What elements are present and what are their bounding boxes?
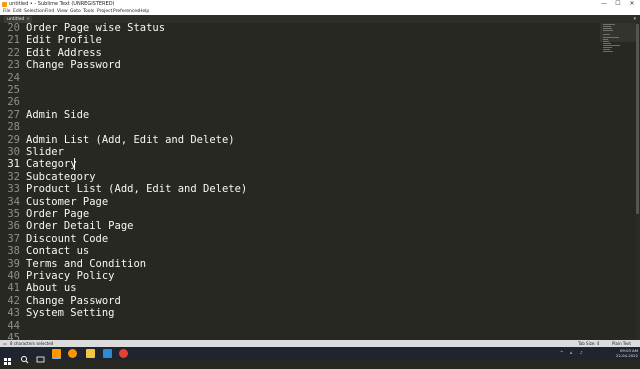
chrome-taskbar-icon[interactable]: [119, 349, 128, 358]
line-number-current: 31: [7, 158, 20, 171]
line-number: 30: [7, 146, 20, 158]
tab-label: untitled: [7, 17, 25, 22]
tray-chevron-icon[interactable]: ^: [560, 350, 563, 355]
editor-area[interactable]: 20 Order Page wise Status 21 Edit Profile …: [0, 23, 640, 340]
line-number: 38: [7, 245, 20, 258]
line-number: 44: [7, 319, 20, 332]
line-number: 45: [7, 332, 20, 340]
sublime-app-icon: [2, 1, 7, 7]
menu-preferences[interactable]: Preferences: [113, 8, 139, 15]
file-explorer-taskbar-icon[interactable]: [86, 349, 95, 358]
line-text[interactable]: System Setting: [26, 307, 115, 319]
line-text[interactable]: About us: [26, 282, 77, 294]
panel-toggle-icon[interactable]: ▭: [3, 340, 7, 347]
search-icon[interactable]: [20, 349, 29, 364]
windows-taskbar: ^ ⌂ ♪ 09:03 AM 22-04-2022: [0, 347, 640, 365]
line-number: 32: [7, 170, 20, 183]
line-number: 21: [7, 34, 20, 47]
line-number: 43: [7, 307, 20, 320]
window-title: untitled • - Sublime Text (UNREGISTERED): [9, 1, 115, 7]
line-number: 40: [7, 270, 20, 282]
line-text[interactable]: Order Page wise Status: [26, 23, 165, 34]
line-number: 24: [7, 71, 20, 84]
line-number: 29: [7, 133, 20, 146]
network-icon[interactable]: ⌂: [570, 350, 573, 355]
line-text[interactable]: Edit Profile: [26, 34, 102, 46]
menu-edit[interactable]: Edit: [13, 8, 22, 15]
system-tray: ^ ⌂ ♪ 09:03 AM 22-04-2022: [560, 347, 638, 360]
line-number: 35: [7, 208, 20, 220]
line-text[interactable]: Customer Page: [26, 196, 108, 208]
line-number: 27: [7, 108, 20, 121]
line-number: 22: [7, 46, 20, 59]
line-text[interactable]: Change Password: [26, 59, 121, 71]
line-text[interactable]: Order Detail Page: [26, 220, 133, 232]
selection-status: 8 characters selected: [10, 341, 54, 346]
tab-size-indicator[interactable]: Tab Size: 4: [578, 340, 599, 347]
line-text[interactable]: Product List (Add, Edit and Delete): [26, 183, 247, 195]
line-text[interactable]: Contact us: [26, 245, 89, 257]
line-number: 42: [7, 294, 20, 307]
line-number: 39: [7, 257, 20, 270]
text-cursor: [74, 158, 75, 171]
tab-dropdown-icon[interactable]: ▾: [633, 15, 636, 23]
line-number: 41: [7, 282, 20, 295]
menu-view[interactable]: View: [57, 8, 68, 15]
tab-bar: untitled × ▾: [0, 15, 640, 23]
menu-file[interactable]: File: [3, 8, 11, 15]
minimize-button[interactable]: —: [597, 0, 611, 8]
minimap[interactable]: [603, 23, 631, 53]
task-view-icon[interactable]: [36, 349, 45, 363]
syntax-indicator[interactable]: Plain Text: [612, 340, 631, 347]
menu-goto[interactable]: Goto: [70, 8, 81, 15]
line-number: 20: [7, 23, 20, 34]
maximize-button[interactable]: ☐: [611, 0, 625, 8]
sublime-text-taskbar-icon[interactable]: [52, 349, 61, 359]
line-text[interactable]: Admin List (Add, Edit and Delete): [26, 134, 235, 146]
title-bar: untitled • - Sublime Text (UNREGISTERED)…: [0, 0, 640, 8]
clock[interactable]: 09:03 AM 22-04-2022: [616, 348, 638, 358]
menu-tools[interactable]: Tools: [83, 8, 94, 15]
line-text[interactable]: Terms and Condition: [26, 258, 146, 270]
line-text[interactable]: Slider: [26, 146, 64, 158]
line-text[interactable]: Discount Code: [26, 233, 108, 245]
menu-find[interactable]: Find: [45, 8, 54, 15]
line-number: 33: [7, 183, 20, 196]
menu-selection[interactable]: Selection: [24, 8, 45, 15]
clock-date: 22-04-2022: [615, 353, 638, 358]
status-bar: ▭ 8 characters selected Tab Size: 4 Plai…: [0, 340, 640, 347]
line-number: 36: [7, 220, 20, 233]
windows-start-icon[interactable]: [4, 350, 11, 365]
line-text[interactable]: Subcategory: [26, 171, 96, 183]
menu-project[interactable]: Project: [97, 8, 112, 15]
line-number: 23: [7, 59, 20, 72]
line-number: 37: [7, 232, 20, 245]
close-button[interactable]: ✕: [625, 0, 639, 8]
line-text[interactable]: Edit Address: [26, 47, 102, 59]
menu-help[interactable]: Help: [139, 8, 149, 15]
line-text[interactable]: Change Password: [26, 295, 121, 307]
menu-bar: File Edit Selection Find View Goto Tools…: [0, 8, 640, 15]
line-text-current[interactable]: Category: [26, 158, 77, 170]
line-text[interactable]: Order Page: [26, 208, 89, 220]
line-number: 26: [7, 96, 20, 109]
line-number: 34: [7, 195, 20, 208]
tab-close-icon[interactable]: ×: [26, 16, 30, 23]
line-text[interactable]: Privacy Policy: [26, 270, 115, 282]
line-number: 28: [7, 121, 20, 134]
line-text[interactable]: Admin Side: [26, 109, 89, 121]
scrollbar-thumb[interactable]: [636, 24, 639, 214]
tab-untitled[interactable]: untitled ×: [4, 16, 32, 23]
firefox-taskbar-icon[interactable]: [68, 349, 77, 358]
photos-taskbar-icon[interactable]: [103, 349, 112, 358]
line-number: 25: [7, 84, 20, 96]
volume-icon[interactable]: ♪: [580, 350, 583, 355]
